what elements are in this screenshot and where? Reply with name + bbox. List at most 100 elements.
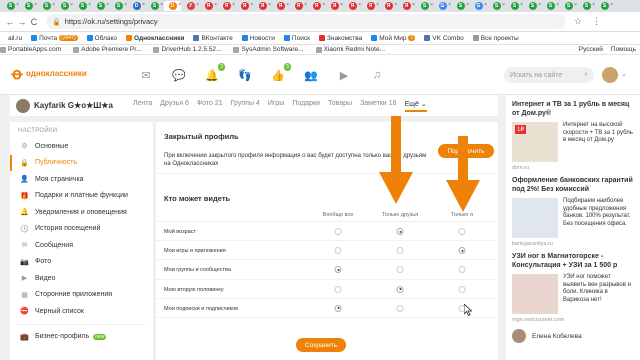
sidebar-item-apps[interactable]: ▦ Сторонние приложения <box>10 287 153 304</box>
profile-tab[interactable]: Товары <box>328 100 352 112</box>
browser-tab[interactable]: Я × <box>218 1 235 11</box>
browser-tab[interactable]: D × <box>128 1 145 11</box>
browser-tab[interactable]: Я × <box>254 1 271 11</box>
browser-tab[interactable]: S × <box>110 1 127 11</box>
browser-tab[interactable]: S × <box>524 1 541 11</box>
browser-tab[interactable]: S × <box>38 1 55 11</box>
language-selector[interactable]: Русский <box>579 46 603 53</box>
close-icon[interactable]: × <box>304 2 307 8</box>
close-icon[interactable]: × <box>574 2 577 8</box>
likes-icon[interactable]: 👍 5 <box>270 63 291 82</box>
close-icon[interactable]: × <box>88 2 91 8</box>
sidebar-item-business[interactable]: 💼 Бизнес-профиль new <box>10 329 153 346</box>
bookmark-item[interactable]: Почта (2047) <box>31 35 78 42</box>
guests-icon[interactable]: 👣 <box>237 68 253 82</box>
ad-image[interactable] <box>512 198 558 238</box>
close-icon[interactable]: × <box>502 2 505 8</box>
close-icon[interactable]: × <box>214 2 217 8</box>
close-icon[interactable]: × <box>196 2 199 8</box>
radio-button[interactable] <box>334 228 342 235</box>
close-icon[interactable]: × <box>250 2 253 8</box>
back-icon[interactable]: ← <box>4 17 16 27</box>
close-icon[interactable]: × <box>430 2 433 8</box>
bookmark-item[interactable]: Одноклассники <box>126 35 184 42</box>
close-icon[interactable]: × <box>538 2 541 8</box>
close-icon[interactable]: × <box>52 2 55 8</box>
browser-tab[interactable]: Я × <box>272 1 289 11</box>
close-icon[interactable]: × <box>592 2 595 8</box>
sidebar-item-messages[interactable]: ✉ Сообщения <box>10 237 153 254</box>
close-icon[interactable]: × <box>34 2 37 8</box>
close-icon[interactable]: × <box>142 2 145 8</box>
video-icon[interactable]: ▶ <box>336 68 352 82</box>
browser-tab[interactable]: S × <box>488 1 505 11</box>
ad-title[interactable]: Оформление банковских гарантий под 2%! Б… <box>512 177 634 194</box>
sidebar-item-history[interactable]: 🕓 История посещений <box>10 221 153 238</box>
profile-name[interactable]: Kayfarik G★o★Ш★а <box>34 101 113 110</box>
radio-button[interactable] <box>396 228 404 235</box>
browser-tab[interactable]: S × <box>146 1 163 11</box>
browser-tab[interactable]: S × <box>74 1 91 11</box>
browser-tab[interactable]: S × <box>506 1 523 11</box>
bookmark-item[interactable]: Поиск <box>283 35 310 42</box>
browser-tab[interactable]: Я × <box>200 1 217 11</box>
close-icon[interactable]: × <box>610 2 613 8</box>
profile-tab[interactable]: Заметки 16 <box>360 100 397 112</box>
close-icon[interactable]: × <box>232 2 235 8</box>
close-icon[interactable]: × <box>106 2 109 8</box>
profile-tab[interactable]: Ещё ⌄ <box>404 100 427 112</box>
radio-button[interactable] <box>458 247 466 255</box>
radio-button[interactable] <box>396 247 404 255</box>
notifications-icon[interactable]: 🔔 3 <box>204 63 225 82</box>
radio-button[interactable] <box>396 285 404 293</box>
bookmark-item[interactable]: ail.ru <box>0 35 22 42</box>
close-icon[interactable]: × <box>70 2 73 8</box>
browser-tab[interactable]: Я × <box>362 1 379 11</box>
save-button[interactable]: Сохранить <box>296 338 346 352</box>
sidebar-item-photo[interactable]: 📷 Фото <box>10 254 153 271</box>
browser-tab[interactable]: Я × <box>236 1 253 11</box>
messages-icon[interactable]: ✉ <box>138 68 154 82</box>
bookmark-item[interactable]: Все проекты <box>472 35 519 42</box>
browser-tab[interactable]: S × <box>56 1 73 11</box>
bookmark-item[interactable]: Adobe Premiere Pr... <box>73 46 141 53</box>
radio-button[interactable] <box>458 285 466 293</box>
browser-tab[interactable]: Я × <box>308 1 325 11</box>
close-icon[interactable]: × <box>286 2 289 8</box>
ok-logo[interactable]: ꝋ одноклассники <box>10 65 86 83</box>
browser-tab[interactable]: Я × <box>326 1 343 11</box>
sidebar-item-mypage[interactable]: 👤 Моя страничка <box>10 171 153 188</box>
radio-button[interactable] <box>334 285 342 293</box>
browser-tab[interactable]: Я × <box>344 1 361 11</box>
bookmark-star-icon[interactable]: ☆ <box>574 16 582 27</box>
profile-tab[interactable]: Подарки <box>292 100 320 112</box>
header-avatar[interactable] <box>602 67 618 83</box>
bookmark-item[interactable]: Xiaomi Redmi Note... <box>315 46 385 53</box>
ad-title[interactable]: УЗИ ног в Магнитогорске - Консультация +… <box>512 253 634 270</box>
forward-icon[interactable]: → <box>16 17 28 27</box>
ad-image[interactable]: 1₽ <box>512 122 558 162</box>
bookmark-item[interactable]: Знакомства <box>318 35 362 42</box>
profile-tab[interactable]: Игры <box>268 100 285 112</box>
sidebar-item-video[interactable]: ▶ Видео <box>10 270 153 287</box>
browser-tab[interactable]: У × <box>182 1 199 11</box>
close-icon[interactable]: × <box>466 2 469 8</box>
ad-block[interactable]: Оформление банковских гарантий под 2%! Б… <box>512 177 634 247</box>
radio-button[interactable] <box>396 304 404 312</box>
browser-tab[interactable]: S × <box>416 1 433 11</box>
radio-button[interactable] <box>334 266 342 274</box>
browser-tab[interactable]: S × <box>92 1 109 11</box>
close-icon[interactable]: × <box>520 2 523 8</box>
browser-tab[interactable]: S × <box>20 1 37 11</box>
close-icon[interactable]: × <box>556 2 559 8</box>
close-icon[interactable]: × <box>358 2 361 8</box>
close-icon[interactable]: × <box>322 2 325 8</box>
friends-icon[interactable]: 👥 <box>303 68 319 82</box>
bookmark-item[interactable]: DriverHub 1.2.5.52... <box>153 46 221 53</box>
browser-tab[interactable]: S × <box>452 1 469 11</box>
browser-tab[interactable]: O × <box>164 1 181 11</box>
browser-tab[interactable]: Я × <box>290 1 307 11</box>
close-icon[interactable]: × <box>16 2 19 8</box>
sidebar-item-privacy[interactable]: 🔒 Публичность <box>10 154 153 171</box>
close-icon[interactable]: × <box>124 2 127 8</box>
